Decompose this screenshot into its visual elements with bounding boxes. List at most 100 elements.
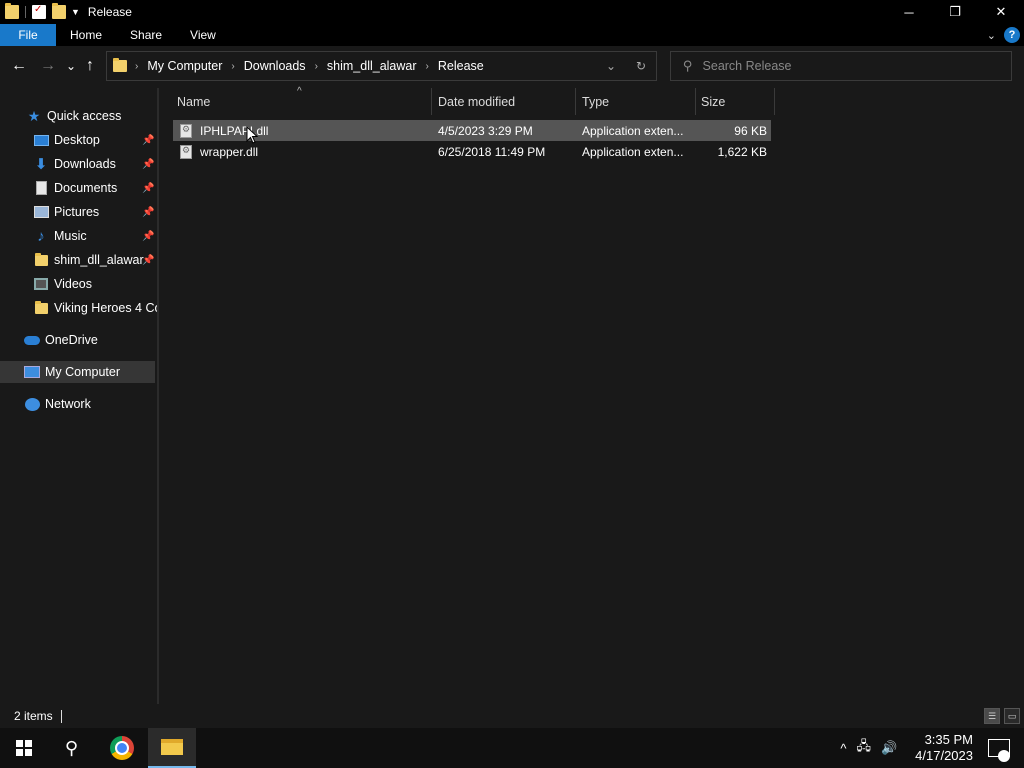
sidebar-item-onedrive[interactable]: OneDrive xyxy=(0,329,157,351)
sidebar-item-label: Viking Heroes 4 Col xyxy=(54,301,157,315)
search-input[interactable]: ⚲ Search Release xyxy=(670,51,1012,81)
column-divider[interactable] xyxy=(575,88,576,115)
customize-toolbar-dropdown-icon[interactable]: ▼ xyxy=(71,7,80,17)
taskbar-file-explorer[interactable] xyxy=(148,728,196,768)
tab-home[interactable]: Home xyxy=(56,24,116,46)
sidebar-item-documents[interactable]: Documents 📌 xyxy=(0,177,157,199)
taskbar-search-button[interactable]: ⚲ xyxy=(48,728,96,768)
sidebar-item-label: Music xyxy=(54,229,87,243)
onedrive-icon xyxy=(24,333,40,347)
column-header-name[interactable]: Name xyxy=(177,88,431,115)
network-status-icon[interactable]: 🖧 xyxy=(856,737,871,759)
close-button[interactable]: ✕ xyxy=(978,0,1024,24)
navigation-pane: ★ Quick access Desktop 📌 ⬇ Downloads 📌 D… xyxy=(0,88,157,704)
address-bar-controls: ⌄ ↻ xyxy=(596,52,656,80)
file-explorer-icon xyxy=(161,739,183,755)
breadcrumb-downloads[interactable]: Downloads › xyxy=(244,59,327,73)
column-header-size[interactable]: Size xyxy=(701,88,771,115)
file-type: Application exten... xyxy=(582,144,684,159)
maximize-button[interactable]: ❐ xyxy=(932,0,978,24)
sidebar-item-videos[interactable]: Videos xyxy=(0,273,157,295)
chrome-icon xyxy=(110,736,134,760)
toolbar-divider xyxy=(25,6,26,18)
tab-share[interactable]: Share xyxy=(116,24,176,46)
pin-icon: 📌 xyxy=(142,206,155,218)
column-header-type[interactable]: Type xyxy=(582,88,695,115)
properties-icon[interactable] xyxy=(32,4,46,19)
folder-icon xyxy=(33,300,49,315)
file-list: ^ Name Date modified Type Size IPHLPAPI.… xyxy=(159,86,1024,704)
volume-icon[interactable]: 🔊 xyxy=(881,740,897,756)
file-name: IPHLPAPI.dll xyxy=(200,123,269,138)
back-button[interactable]: ← xyxy=(11,58,27,74)
tab-file[interactable]: File xyxy=(0,24,56,46)
item-count: 2 items xyxy=(14,709,53,723)
pin-icon: 📌 xyxy=(142,230,155,242)
quick-access-toolbar: ▼ xyxy=(0,0,80,24)
column-header-date-modified[interactable]: Date modified xyxy=(438,88,575,115)
tab-view[interactable]: View xyxy=(176,24,230,46)
column-divider[interactable] xyxy=(774,88,775,115)
file-date: 4/5/2023 3:29 PM xyxy=(438,123,533,138)
window-controls: ─ ❐ ✕ xyxy=(886,0,1024,24)
sidebar-item-network[interactable]: Network xyxy=(0,393,157,415)
sidebar-item-desktop[interactable]: Desktop 📌 xyxy=(0,129,157,151)
clock[interactable]: 3:35 PM 4/17/2023 xyxy=(910,732,978,764)
start-button[interactable] xyxy=(0,728,48,768)
new-folder-icon[interactable] xyxy=(52,3,66,19)
help-icon[interactable]: ? xyxy=(1004,27,1020,43)
dll-file-icon xyxy=(180,123,192,138)
sidebar-item-my-computer[interactable]: My Computer xyxy=(0,361,155,383)
sidebar-item-label: Videos xyxy=(54,277,92,291)
network-icon xyxy=(24,397,40,411)
sidebar-item-quick-access[interactable]: ★ Quick access xyxy=(0,105,157,127)
ribbon-tabs: File Home Share View ⌄ ? xyxy=(0,24,1024,46)
status-bar: 2 items ☰ ▭ xyxy=(0,704,1024,728)
window-title: Release xyxy=(87,5,132,19)
expand-ribbon-chevron-icon[interactable]: ⌄ xyxy=(987,29,996,42)
sidebar-item-label: Desktop xyxy=(54,133,100,147)
breadcrumb-shim-dll-alawar[interactable]: shim_dll_alawar › xyxy=(327,59,438,73)
file-size: 96 KB xyxy=(734,123,767,138)
music-icon: ♪ xyxy=(37,227,45,245)
address-history-dropdown[interactable]: ⌄ xyxy=(596,59,626,73)
minimize-button[interactable]: ─ xyxy=(886,0,932,24)
tray-overflow-chevron[interactable]: ^ xyxy=(840,741,846,756)
details-view-button[interactable]: ☰ xyxy=(984,708,1000,724)
download-icon: ⬇ xyxy=(34,156,48,173)
folder-icon xyxy=(5,3,19,19)
sidebar-item-label: Downloads xyxy=(54,157,116,171)
breadcrumb-release[interactable]: Release xyxy=(438,59,484,73)
file-type: Application exten... xyxy=(582,123,684,138)
up-button[interactable]: ↑ xyxy=(86,58,94,74)
breadcrumb-my-computer[interactable]: My Computer › xyxy=(147,59,243,73)
pin-icon: 📌 xyxy=(142,134,155,146)
sidebar-item-downloads[interactable]: ⬇ Downloads 📌 xyxy=(0,153,157,175)
clock-date: 4/17/2023 xyxy=(915,748,973,763)
sidebar-item-shim-dll-alawar[interactable]: shim_dll_alawar 📌 xyxy=(0,249,157,271)
status-divider xyxy=(60,709,62,723)
file-row-wrapper[interactable]: wrapper.dll 6/25/2018 11:49 PM Applicati… xyxy=(173,141,771,162)
star-icon: ★ xyxy=(27,107,41,124)
sidebar-item-pictures[interactable]: Pictures 📌 xyxy=(0,201,157,223)
pin-icon: 📌 xyxy=(142,254,155,266)
forward-button[interactable]: → xyxy=(40,58,56,74)
computer-icon xyxy=(24,365,40,379)
address-bar[interactable]: › My Computer › Downloads › shim_dll_alawa… xyxy=(106,51,657,81)
sidebar-item-music[interactable]: ♪ Music 📌 xyxy=(0,225,157,247)
file-row-iphlpapi[interactable]: IPHLPAPI.dll 4/5/2023 3:29 PM Applicatio… xyxy=(173,120,771,144)
sidebar-item-viking-heroes[interactable]: Viking Heroes 4 Col xyxy=(0,297,157,319)
file-date: 6/25/2018 11:49 PM xyxy=(438,144,546,159)
column-divider[interactable] xyxy=(695,88,696,115)
documents-icon xyxy=(33,181,49,195)
action-center-button[interactable]: 1 xyxy=(988,739,1010,764)
refresh-button[interactable]: ↻ xyxy=(626,59,656,73)
desktop-icon xyxy=(33,133,49,147)
pin-icon: 📌 xyxy=(142,158,155,170)
recent-locations-button[interactable]: ⌄ xyxy=(66,58,76,74)
taskbar-chrome[interactable] xyxy=(98,728,146,768)
column-divider[interactable] xyxy=(431,88,432,115)
ribbon-right-controls: ⌄ ? xyxy=(987,27,1020,43)
file-name-cell: wrapper.dll xyxy=(180,141,258,162)
large-icons-view-button[interactable]: ▭ xyxy=(1004,708,1020,724)
